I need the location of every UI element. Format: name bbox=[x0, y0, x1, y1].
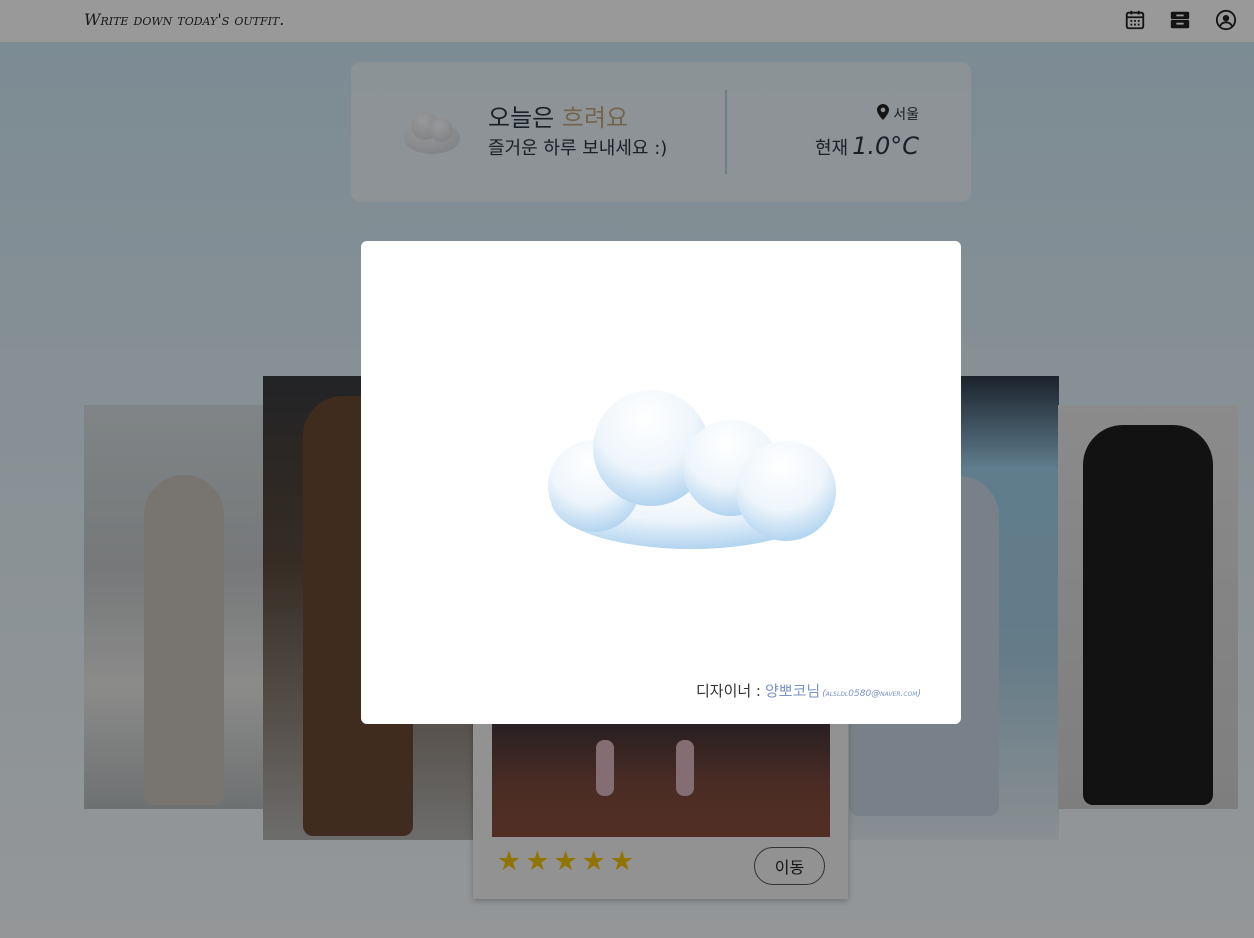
designer-label: 디자이너 : bbox=[695, 682, 761, 700]
cloud-illustration bbox=[546, 386, 838, 561]
designer-credit: 디자이너 : 양뽀코님 (alsldl0580@naver.com) bbox=[696, 680, 921, 701]
designer-email[interactable]: (alsldl0580@naver.com) bbox=[822, 689, 921, 699]
weather-illustration-modal: 디자이너 : 양뽀코님 (alsldl0580@naver.com) bbox=[361, 241, 961, 724]
designer-name[interactable]: 양뽀코님 bbox=[765, 680, 820, 701]
